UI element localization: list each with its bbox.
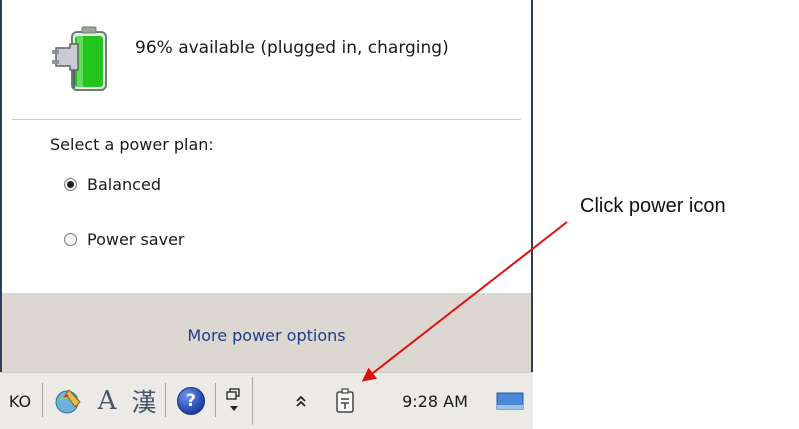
separator	[42, 383, 43, 417]
power-plan-heading: Select a power plan:	[50, 135, 214, 154]
ime-brush-icon[interactable]	[48, 373, 88, 429]
ime-a-icon[interactable]: A	[90, 373, 124, 429]
clock[interactable]: 9:28 AM	[390, 373, 480, 429]
plan-label-balanced: Balanced	[87, 174, 161, 194]
battery-status-row: 96% available (plugged in, charging)	[2, 0, 531, 110]
show-desktop-icon[interactable]	[490, 373, 530, 429]
taskbar: KO A 漢 ? 9:28 AM	[0, 372, 533, 429]
help-icon-button[interactable]: ?	[170, 373, 212, 429]
more-power-options-link[interactable]: More power options	[2, 326, 531, 345]
restore-icon[interactable]	[220, 373, 248, 429]
plan-option-power-saver[interactable]: Power saver	[64, 228, 185, 250]
battery-status-text: 96% available (plugged in, charging)	[135, 38, 449, 58]
power-saver-radio[interactable]	[64, 232, 77, 246]
show-hidden-chevron-icon[interactable]	[288, 373, 314, 429]
ime-hanja-icon[interactable]: 漢	[124, 373, 164, 429]
separator	[165, 383, 166, 417]
plan-option-balanced[interactable]: Balanced	[64, 173, 161, 195]
power-plug-icon[interactable]	[330, 373, 360, 429]
battery-charging-icon	[52, 26, 107, 91]
plan-label-power-saver: Power saver	[87, 229, 185, 249]
language-indicator[interactable]: KO	[0, 373, 40, 429]
separator	[215, 383, 216, 417]
flyout-footer: More power options	[2, 293, 531, 372]
help-icon: ?	[177, 387, 205, 415]
separator	[252, 377, 253, 425]
annotation-callout: Click power icon	[580, 195, 726, 217]
power-flyout: 96% available (plugged in, charging) Sel…	[0, 0, 533, 372]
divider	[12, 119, 521, 120]
balanced-radio[interactable]	[64, 177, 77, 191]
